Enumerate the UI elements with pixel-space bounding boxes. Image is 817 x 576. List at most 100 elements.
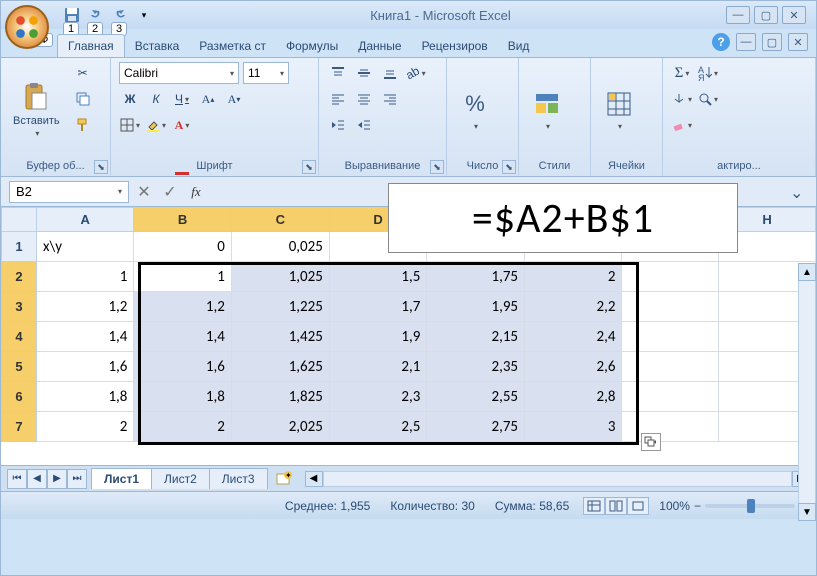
select-all-corner[interactable] [2,208,37,232]
row-header-5[interactable]: 5 [2,352,37,382]
cell-F5[interactable]: 2,6 [525,352,622,382]
qat-save[interactable]: 1 [61,4,83,26]
font-size-combo[interactable]: 11▾ [243,62,289,84]
minimize-button[interactable]: — [726,6,750,24]
horizontal-scrollbar[interactable]: ◀▶ [305,471,810,487]
decrease-indent[interactable] [327,114,349,136]
cell-E3[interactable]: 1,95 [427,292,525,322]
workbook-minimize[interactable]: — [736,33,756,51]
col-header-A[interactable]: A [36,208,133,232]
cell-C3[interactable]: 1,225 [231,292,329,322]
cells-button[interactable]: ▾ [597,60,641,158]
insert-function[interactable]: fx [185,181,207,203]
italic-button[interactable]: К [145,88,167,110]
font-launcher[interactable]: ⬊ [302,160,316,174]
cell-C2[interactable]: 1,025 [231,262,329,292]
cell-B1[interactable]: 0 [134,232,231,262]
cell-C6[interactable]: 1,825 [231,382,329,412]
bold-button[interactable]: Ж [119,88,141,110]
fill-button[interactable]: ▾ [671,88,693,110]
row-header-2[interactable]: 2 [2,262,37,292]
row-header-6[interactable]: 6 [2,382,37,412]
scroll-down[interactable]: ▼ [798,503,816,521]
borders-button[interactable]: ▾ [119,114,141,136]
sort-filter-button[interactable]: AЯ▾ [697,62,719,84]
maximize-button[interactable]: ▢ [754,6,778,24]
number-launcher[interactable]: ⬊ [502,160,516,174]
cell-B4[interactable]: 1,4 [134,322,231,352]
cell-D4[interactable]: 1,9 [329,322,426,352]
cell-G2[interactable] [622,262,719,292]
cell-E4[interactable]: 2,15 [427,322,525,352]
qat-customize[interactable]: ▾ [133,4,155,26]
scroll-up[interactable]: ▲ [798,263,816,281]
autosum-button[interactable]: Σ▾ [671,62,693,84]
tab-view[interactable]: ВидО [498,35,540,57]
tab-nav-prev[interactable]: ◀ [27,469,47,489]
shrink-font-button[interactable]: A▾ [223,88,245,110]
cell-F3[interactable]: 2,2 [525,292,622,322]
align-right[interactable] [379,88,401,110]
cell-F4[interactable]: 2,4 [525,322,622,352]
styles-button[interactable]: ▾ [525,60,569,158]
cell-C7[interactable]: 2,025 [231,412,329,442]
col-header-C[interactable]: C [231,208,329,232]
cell-E5[interactable]: 2,35 [427,352,525,382]
cell-E6[interactable]: 2,55 [427,382,525,412]
sheet-tab-3[interactable]: Лист3 [209,468,268,489]
cell-B3[interactable]: 1,2 [134,292,231,322]
cell-C1[interactable]: 0,025 [231,232,329,262]
cell-B5[interactable]: 1,6 [134,352,231,382]
paste-button[interactable]: Вставить ▾ [7,60,66,158]
autofill-options-icon[interactable] [641,433,661,451]
expand-formula-bar[interactable]: ⌄ [790,183,808,201]
tab-nav-first[interactable]: ⏮ [7,469,27,489]
font-name-combo[interactable]: Calibri▾ [119,62,239,84]
cell-G7[interactable] [622,412,719,442]
vertical-scrollbar[interactable]: ▲ ▼ [798,263,816,521]
cell-B7[interactable]: 2 [134,412,231,442]
cell-C4[interactable]: 1,425 [231,322,329,352]
zoom-out[interactable]: − [694,499,701,513]
cell-G4[interactable] [622,322,719,352]
cell-D6[interactable]: 2,3 [329,382,426,412]
cell-D3[interactable]: 1,7 [329,292,426,322]
sheet-tab-2[interactable]: Лист2 [151,468,210,489]
row-header-3[interactable]: 3 [2,292,37,322]
fill-color-button[interactable]: ▾ [145,114,167,136]
clear-button[interactable]: ▾ [671,114,693,136]
cell-F7[interactable]: 3 [525,412,622,442]
help-icon[interactable]: ? [712,33,730,51]
tab-pagelayout[interactable]: Разметка стЗ [189,35,276,57]
cell-A6[interactable]: 1,8 [36,382,133,412]
cancel-formula[interactable]: ✕ [133,181,155,203]
close-button[interactable]: ✕ [782,6,806,24]
tab-insert[interactable]: ВставкаС [125,35,190,57]
align-center[interactable] [353,88,375,110]
cell-C5[interactable]: 1,625 [231,352,329,382]
cell-G5[interactable] [622,352,719,382]
align-bottom[interactable] [379,62,401,84]
cell-B2[interactable]: 1 [134,262,231,292]
view-normal[interactable] [583,497,605,515]
cell-D7[interactable]: 2,5 [329,412,426,442]
cell-A3[interactable]: 1,2 [36,292,133,322]
enter-formula[interactable]: ✓ [159,181,181,203]
cell-A2[interactable]: 1 [36,262,133,292]
cell-F2[interactable]: 2 [525,262,622,292]
tab-data[interactable]: ДанныеЫ [348,35,411,57]
cell-D2[interactable]: 1,5 [329,262,426,292]
tab-review[interactable]: РецензировР [412,35,498,57]
qat-undo[interactable]: 2 [85,4,107,26]
cell-A1[interactable]: x\y [36,232,133,262]
cell-A4[interactable]: 1,4 [36,322,133,352]
row-header-7[interactable]: 7 [2,412,37,442]
office-button[interactable] [5,5,49,49]
cell-B6[interactable]: 1,8 [134,382,231,412]
cell-F6[interactable]: 2,8 [525,382,622,412]
cell-A5[interactable]: 1,6 [36,352,133,382]
sheet-tab-1[interactable]: Лист1 [91,468,152,489]
tab-home[interactable]: ГлавнаяЯ [57,34,125,57]
tab-nav-last[interactable]: ⏭ [67,469,87,489]
view-page-break[interactable] [627,497,649,515]
